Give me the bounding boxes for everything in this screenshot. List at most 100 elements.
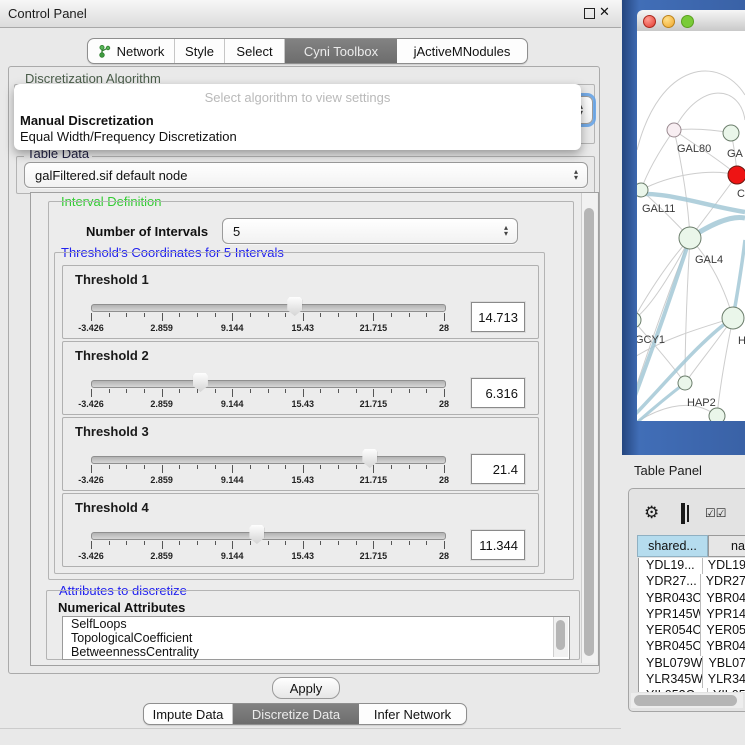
panel-title: Control Panel	[8, 6, 87, 21]
threshold-value-field[interactable]: 21.4	[471, 454, 525, 484]
attribute-list-item[interactable]: SelfLoops	[63, 617, 569, 631]
network-edge	[690, 238, 733, 318]
slider-tick	[197, 465, 198, 469]
slider-tick	[144, 465, 145, 469]
tab-impute-data[interactable]: Impute Data	[144, 704, 233, 724]
threshold-label: Threshold 4	[75, 500, 149, 515]
num-intervals-combobox[interactable]: 5 ▴▾	[222, 218, 518, 244]
column-header-name[interactable]: na	[708, 535, 745, 557]
slider-tick	[162, 541, 163, 549]
tab-discretize-data[interactable]: Discretize Data	[233, 704, 359, 724]
slider-tick	[303, 313, 304, 321]
slider-track[interactable]	[91, 456, 446, 464]
slider-tick	[391, 389, 392, 393]
slider-tick	[250, 465, 251, 469]
tab-infer-network[interactable]: Infer Network	[359, 704, 466, 724]
gear-icon[interactable]: ⚙	[644, 503, 659, 523]
slider-track[interactable]	[91, 532, 446, 540]
scrollbar-thumb[interactable]	[556, 620, 565, 650]
network-edge	[641, 130, 674, 190]
network-edge	[674, 93, 745, 130]
threshold-value-field[interactable]: 11.344	[471, 530, 525, 560]
scrollbar-thumb[interactable]	[584, 208, 594, 656]
table-row[interactable]: YDL19...YDL19	[639, 558, 745, 574]
attribute-list-item[interactable]: TopologicalCoefficient	[63, 631, 569, 645]
table-row[interactable]: YDR27...YDR27	[639, 574, 745, 590]
slider-scale-label: 15.43	[292, 551, 315, 561]
tab-jactivemnodules[interactable]: jActiveMNodules	[397, 39, 527, 63]
float-icon[interactable]	[584, 8, 595, 19]
tab-select[interactable]: Select	[225, 39, 285, 63]
network-node-label: C	[737, 188, 745, 200]
horizontal-scrollbar[interactable]	[631, 693, 743, 708]
table-data-combobox[interactable]: galFiltered.sif default node ▴▾	[24, 162, 588, 188]
table-row[interactable]: YBR043CYBR04	[639, 591, 745, 607]
stepper-icon: ▴▾	[569, 169, 587, 181]
column-layout-icon[interactable]	[681, 503, 685, 524]
slider-track[interactable]	[91, 380, 446, 388]
network-node[interactable]	[678, 376, 692, 390]
slider-tick	[303, 541, 304, 549]
attributes-list-scrollbar[interactable]	[553, 617, 568, 657]
slider-scale-label: -3.426	[78, 475, 104, 485]
network-node[interactable]	[722, 307, 744, 329]
minimize-traffic-light-icon[interactable]	[662, 15, 675, 28]
table-panel-title: Table Panel	[634, 463, 702, 478]
network-node[interactable]	[728, 166, 745, 184]
slider-tick	[126, 313, 127, 317]
slider-tick	[285, 389, 286, 393]
table-row[interactable]: YPR145WYPR14	[639, 607, 745, 623]
slider-tick	[179, 389, 180, 393]
slider-tick	[250, 389, 251, 393]
network-graph: GAL80GACGAL11GAL4GCY1HHAP2	[637, 31, 745, 421]
network-node[interactable]	[709, 408, 725, 421]
table-row[interactable]: YLR345WYLR34	[639, 672, 745, 688]
network-window-titlebar[interactable]	[637, 10, 745, 32]
checkbox-icons[interactable]: ☑☑	[705, 506, 727, 520]
slider-scale-label: -3.426	[78, 323, 104, 333]
network-node[interactable]	[679, 227, 701, 249]
scrollbar-thumb[interactable]	[634, 695, 737, 706]
tab-cyni-toolbox[interactable]: Cyni Toolbox	[285, 39, 397, 63]
slider-tick	[338, 389, 339, 393]
slider-track[interactable]	[91, 304, 446, 312]
threshold-value-field[interactable]: 6.316	[471, 378, 525, 408]
network-node[interactable]	[723, 125, 739, 141]
table-row[interactable]: YBL079WYBL07	[639, 656, 745, 672]
algorithm-dropdown-popup: Select algorithm to view settings Manual…	[14, 84, 581, 150]
dropdown-option-equal-width[interactable]: Equal Width/Frequency Discretization	[18, 129, 577, 145]
network-edge	[717, 318, 733, 416]
apply-button[interactable]: Apply	[272, 677, 340, 699]
network-edge-thick	[733, 240, 745, 318]
table-row[interactable]: YER054CYER05	[639, 623, 745, 639]
zoom-traffic-light-icon[interactable]	[681, 15, 694, 28]
slider-tick	[320, 389, 321, 393]
attribute-list-item[interactable]: BetweennessCentrality	[63, 645, 569, 659]
slider-scale-label: 9.144	[221, 323, 244, 333]
dropdown-option-manual[interactable]: Manual Discretization	[18, 113, 577, 129]
network-canvas[interactable]: GAL80GACGAL11GAL4GCY1HHAP2	[637, 31, 745, 421]
tab-style[interactable]: Style	[175, 39, 225, 63]
network-edge	[641, 172, 737, 190]
control-panel-tabs: Network Style Select Cyni Toolbox jActiv…	[87, 38, 528, 64]
slider-tick	[338, 313, 339, 317]
slider-tick	[250, 541, 251, 545]
close-icon[interactable]: ✕	[599, 4, 610, 20]
slider-scale-label: 28	[439, 323, 449, 333]
network-node[interactable]	[637, 183, 648, 197]
slider-tick	[268, 465, 269, 469]
tab-network[interactable]: Network	[88, 39, 175, 63]
network-node[interactable]	[667, 123, 681, 137]
table-row[interactable]: YIL052CYIL05	[639, 688, 745, 692]
threshold-value-field[interactable]: 14.713	[471, 302, 525, 332]
column-header-shared[interactable]: shared...	[637, 535, 708, 557]
node-table[interactable]: YDL19...YDL19YDR27...YDR27YBR043CYBR04YP…	[638, 558, 745, 692]
slider-tick	[391, 313, 392, 317]
application: Control Panel ✕ Network Style Select Cyn…	[0, 0, 745, 745]
vertical-scrollbar[interactable]	[581, 193, 597, 663]
slider-scale-label: 21.715	[360, 323, 388, 333]
table-row[interactable]: YBR045CYBR04	[639, 639, 745, 655]
close-traffic-light-icon[interactable]	[643, 15, 656, 28]
threshold-label: Threshold 3	[75, 424, 149, 439]
attributes-list: SelfLoopsTopologicalCoefficientBetweenne…	[62, 616, 570, 660]
